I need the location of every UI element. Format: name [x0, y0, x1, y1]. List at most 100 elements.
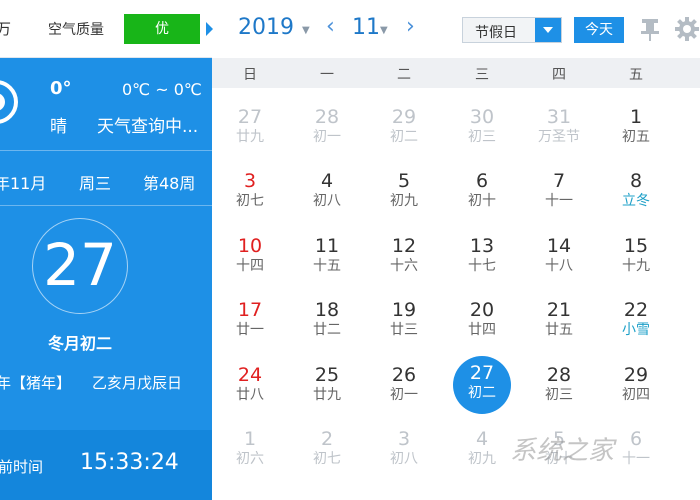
year-month: 年11月 [0, 174, 47, 193]
lunar-label: 初十 [468, 193, 496, 209]
day-cell[interactable]: 10 十四 [215, 235, 285, 293]
day-number: 31 [546, 106, 572, 128]
day-number: 4 [475, 428, 489, 450]
year-selector[interactable]: 2019 [238, 15, 294, 40]
gear-icon[interactable] [674, 16, 700, 42]
day-cell[interactable]: 4 初八 [292, 170, 362, 228]
weekday: 周三 [79, 174, 112, 193]
air-quality-label: 空气质量 [48, 22, 104, 38]
lunar-label: 廿二 [313, 322, 341, 338]
selected-day: 27 [32, 218, 128, 314]
calendar-window: 万 空气质量 优 0° 0℃ ~ 0℃ 晴 天气查询中... 年11月 周三 第… [0, 0, 700, 500]
lunar-label: 廿九 [313, 387, 341, 403]
day-number: 30 [469, 106, 495, 128]
day-number: 1 [243, 428, 257, 450]
weekday-label: 五 [629, 67, 643, 83]
lunar-label: 初九 [468, 451, 496, 467]
time-bar: 前时间 15:33:24 [0, 430, 212, 500]
day-cell[interactable]: 29 初四 [601, 364, 671, 422]
day-cell[interactable]: 3 初七 [215, 170, 285, 228]
day-cell[interactable]: 24 廿八 [215, 364, 285, 422]
prev-month-arrow-icon[interactable]: ‹ [326, 14, 335, 39]
day-cell[interactable]: 18 廿二 [292, 299, 362, 357]
week-number: 第48周 [143, 174, 196, 193]
day-cell[interactable]: 6 初十 [447, 170, 517, 228]
today-button[interactable]: 今天 [574, 17, 624, 43]
day-cell[interactable]: 31 万圣节 [524, 106, 594, 164]
lunar-label: 十九 [622, 258, 650, 274]
day-cell[interactable]: 27 廿九 [215, 106, 285, 164]
day-cell[interactable]: 8 立冬 [601, 170, 671, 228]
day-number: 5 [397, 170, 411, 192]
lunar-label: 十六 [390, 258, 418, 274]
lunar-label: 廿一 [236, 322, 264, 338]
lunar-label: 初五 [622, 129, 650, 145]
day-number: 27 [237, 106, 263, 128]
day-cell[interactable]: 30 初三 [447, 106, 517, 164]
lunar-label: 立冬 [622, 193, 650, 209]
day-number: 20 [469, 299, 495, 321]
day-cell[interactable]: 25 廿九 [292, 364, 362, 422]
day-number: 15 [623, 235, 649, 257]
lunar-date: 冬月初二 [47, 334, 112, 353]
day-number: 6 [475, 170, 489, 192]
holiday-select[interactable]: 节假日 [462, 17, 562, 43]
day-cell[interactable]: 22 小雪 [601, 299, 671, 357]
day-cell[interactable]: 20 廿四 [447, 299, 517, 357]
lunar-label: 廿四 [468, 322, 496, 338]
day-cell[interactable]: 1 初六 [215, 428, 285, 486]
lunar-label: 初四 [622, 387, 650, 403]
day-number: 28 [546, 364, 572, 386]
day-number: 19 [391, 299, 417, 321]
weekday-header: 日一二三四五 [212, 58, 700, 88]
air-quality-bar: 万 空气质量 优 [0, 0, 212, 58]
air-quality-badge[interactable]: 优 [124, 14, 200, 44]
day-number: 4 [320, 170, 334, 192]
weather-status[interactable]: 天气查询中... [97, 112, 198, 137]
day-cell[interactable]: 12 十六 [369, 235, 439, 293]
day-number: 14 [546, 235, 572, 257]
lunar-label: 万圣节 [538, 129, 580, 145]
day-number: 12 [391, 235, 417, 257]
day-cell[interactable]: 17 廿一 [215, 299, 285, 357]
lunar-label: 十七 [468, 258, 496, 274]
day-cell[interactable]: 7 十一 [524, 170, 594, 228]
day-number: 18 [314, 299, 340, 321]
day-cell[interactable]: 28 初三 [524, 364, 594, 422]
day-cell[interactable]: 4 初九 [447, 428, 517, 486]
day-cell[interactable]: 11 十五 [292, 235, 362, 293]
next-month-arrow-icon[interactable]: › [406, 14, 415, 39]
day-number: 26 [391, 364, 417, 386]
chevron-down-icon[interactable]: ▼ [380, 25, 388, 36]
day-cell[interactable]: 21 廿五 [524, 299, 594, 357]
city-name[interactable]: 万 [0, 18, 11, 39]
day-cell[interactable]: 19 廿三 [369, 299, 439, 357]
panel-pointer [206, 22, 213, 36]
pin-icon[interactable] [640, 18, 660, 42]
lunar-label: 初八 [313, 193, 341, 209]
day-cell[interactable]: 1 初五 [601, 106, 671, 164]
day-cell[interactable]: 28 初一 [292, 106, 362, 164]
day-cell[interactable]: 15 十九 [601, 235, 671, 293]
lunar-label: 廿五 [545, 322, 573, 338]
day-cell[interactable]: 2 初七 [292, 428, 362, 486]
day-number: 8 [629, 170, 643, 192]
day-cell[interactable]: 5 初九 [369, 170, 439, 228]
lunar-label: 初七 [313, 451, 341, 467]
day-cell[interactable]: 3 初八 [369, 428, 439, 486]
chevron-down-icon[interactable]: ▼ [302, 25, 310, 36]
lunar-label: 十八 [545, 258, 573, 274]
lunar-label: 初七 [236, 193, 264, 209]
day-cell[interactable]: 29 初二 [369, 106, 439, 164]
day-cell[interactable]: 13 十七 [447, 235, 517, 293]
day-cell-today[interactable]: 27 初二 [453, 356, 511, 414]
current-time-label: 前时间 [0, 458, 44, 476]
day-number: 27 [469, 362, 495, 384]
day-cell[interactable]: 26 初一 [369, 364, 439, 422]
day-number: 3 [397, 428, 411, 450]
lunar-label: 十四 [236, 258, 264, 274]
month-selector[interactable]: 11 [352, 15, 380, 40]
day-number: 17 [237, 299, 263, 321]
dropdown-arrow-icon[interactable] [535, 18, 561, 42]
day-cell[interactable]: 14 十八 [524, 235, 594, 293]
